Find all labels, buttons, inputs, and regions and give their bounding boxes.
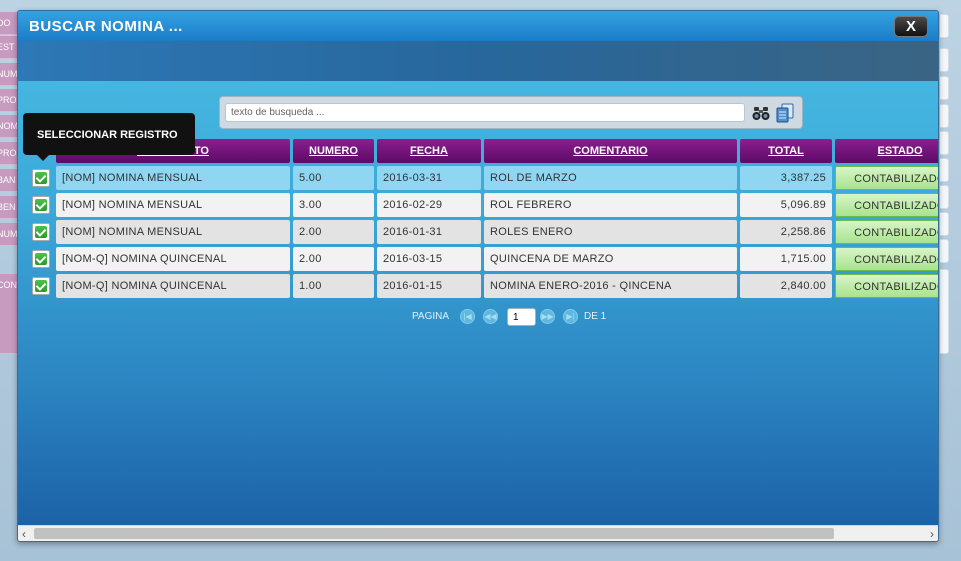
select-row-checkbox[interactable] (32, 196, 50, 214)
table-row[interactable]: [NOM-Q] NOMINA QUINCENAL 2.00 2016-03-15… (18, 247, 938, 271)
scroll-left-icon[interactable]: ‹ (22, 527, 26, 541)
table-row[interactable]: [NOM] NOMINA MENSUAL 2.00 2016-01-31 ROL… (18, 220, 938, 244)
cell-total: 2,840.00 (740, 274, 832, 298)
close-button[interactable]: X (894, 16, 928, 37)
status-badge: CONTABILIZADO (835, 220, 938, 244)
check-icon (35, 280, 47, 292)
page-number-input[interactable] (507, 308, 536, 326)
background-tab: EST (0, 36, 17, 59)
background-tab: CON (0, 274, 17, 354)
background-field (940, 14, 949, 38)
cell-total: 1,715.00 (740, 247, 832, 271)
column-header-estado[interactable]: ESTADO (835, 139, 938, 163)
background-sidebar: DOEST NUM PRO NOM PRO BAN BEN NUM CON (0, 12, 17, 354)
background-tab: NOM (0, 115, 17, 138)
cell-total: 3,387.25 (740, 166, 832, 190)
cell-comentario: ROLES ENERO (484, 220, 737, 244)
table-row[interactable]: [NOM] NOMINA MENSUAL 3.00 2016-02-29 ROL… (18, 193, 938, 217)
column-header-comentario[interactable]: COMENTARIO (484, 139, 737, 163)
background-tab: BEN (0, 196, 17, 219)
cell-comentario: ROL DE MARZO (484, 166, 737, 190)
background-field (940, 76, 949, 100)
table-row[interactable]: [NOM] NOMINA MENSUAL 5.00 2016-03-31 ROL… (18, 166, 938, 190)
select-row-checkbox[interactable] (32, 223, 50, 241)
cell-fecha: 2016-01-15 (377, 274, 481, 298)
next-page-icon[interactable]: ▶▶ (540, 309, 555, 324)
toolbar-band (18, 41, 938, 81)
prev-page-icon[interactable]: ◀◀ (483, 309, 498, 324)
cell-fecha: 2016-03-15 (377, 247, 481, 271)
binoculars-search-icon[interactable] (752, 104, 770, 122)
cell-comentario: QUINCENA DE MARZO (484, 247, 737, 271)
background-field (940, 104, 949, 128)
status-badge: CONTABILIZADO (835, 166, 938, 190)
cell-comentario: ROL FEBRERO (484, 193, 737, 217)
select-row-checkbox[interactable] (32, 277, 50, 295)
background-field (940, 212, 949, 236)
copy-records-icon[interactable] (776, 103, 794, 123)
table-row[interactable]: [NOM-Q] NOMINA QUINCENAL 1.00 2016-01-15… (18, 274, 938, 298)
cell-documento: [NOM-Q] NOMINA QUINCENAL (56, 247, 290, 271)
cell-documento: [NOM] NOMINA MENSUAL (56, 220, 290, 244)
pager-label: PAGINA (412, 311, 450, 322)
cell-fecha: 2016-03-31 (377, 166, 481, 190)
background-field (940, 269, 949, 354)
cell-numero: 5.00 (293, 166, 374, 190)
background-field (940, 185, 949, 209)
last-page-icon[interactable]: ▶| (563, 309, 578, 324)
scrollbar-thumb[interactable] (34, 528, 834, 539)
first-page-icon[interactable]: |◀ (460, 309, 475, 324)
background-tab: NUM (0, 63, 17, 86)
check-icon (35, 226, 47, 238)
cell-numero: 1.00 (293, 274, 374, 298)
column-header-fecha[interactable]: FECHA (377, 139, 481, 163)
background-field (940, 158, 949, 182)
cell-documento: [NOM] NOMINA MENSUAL (56, 193, 290, 217)
check-icon (35, 253, 47, 265)
select-record-tooltip: SELECCIONAR REGISTRO (23, 113, 195, 161)
cell-numero: 2.00 (293, 247, 374, 271)
status-badge: CONTABILIZADO (835, 193, 938, 217)
cell-documento: [NOM] NOMINA MENSUAL (56, 166, 290, 190)
select-row-checkbox[interactable] (32, 169, 50, 187)
cell-fecha: 2016-01-31 (377, 220, 481, 244)
status-badge: CONTABILIZADO (835, 274, 938, 298)
background-tab: BAN (0, 169, 17, 192)
search-nomina-modal: BUSCAR NOMINA ... X DOCUMENTO NUMERO FEC… (17, 10, 939, 542)
page-count: DE 1 (584, 311, 607, 322)
modal-title: BUSCAR NOMINA ... (29, 18, 183, 35)
cell-comentario: NOMINA ENERO-2016 - QINCENA (484, 274, 737, 298)
scroll-right-icon[interactable]: › (930, 527, 934, 541)
search-bar (219, 96, 803, 129)
search-input[interactable] (225, 103, 745, 122)
cell-fecha: 2016-02-29 (377, 193, 481, 217)
background-tab: NUM (0, 223, 17, 246)
background-tab: PRO (0, 142, 17, 165)
background-field (940, 48, 949, 72)
background-tab: PRO (0, 89, 17, 112)
select-row-checkbox[interactable] (32, 250, 50, 268)
status-badge: CONTABILIZADO (835, 247, 938, 271)
check-icon (35, 172, 47, 184)
cell-numero: 2.00 (293, 220, 374, 244)
column-header-total[interactable]: TOTAL (740, 139, 832, 163)
background-field (940, 239, 949, 263)
background-field (940, 131, 949, 155)
cell-documento: [NOM-Q] NOMINA QUINCENAL (56, 274, 290, 298)
cell-numero: 3.00 (293, 193, 374, 217)
cell-total: 2,258.86 (740, 220, 832, 244)
modal-header: BUSCAR NOMINA ... X (18, 11, 938, 41)
cell-total: 5,096.89 (740, 193, 832, 217)
background-tab: DO (0, 12, 17, 35)
horizontal-scrollbar[interactable]: ‹ › (18, 525, 938, 541)
column-header-numero[interactable]: NUMERO (293, 139, 374, 163)
check-icon (35, 199, 47, 211)
